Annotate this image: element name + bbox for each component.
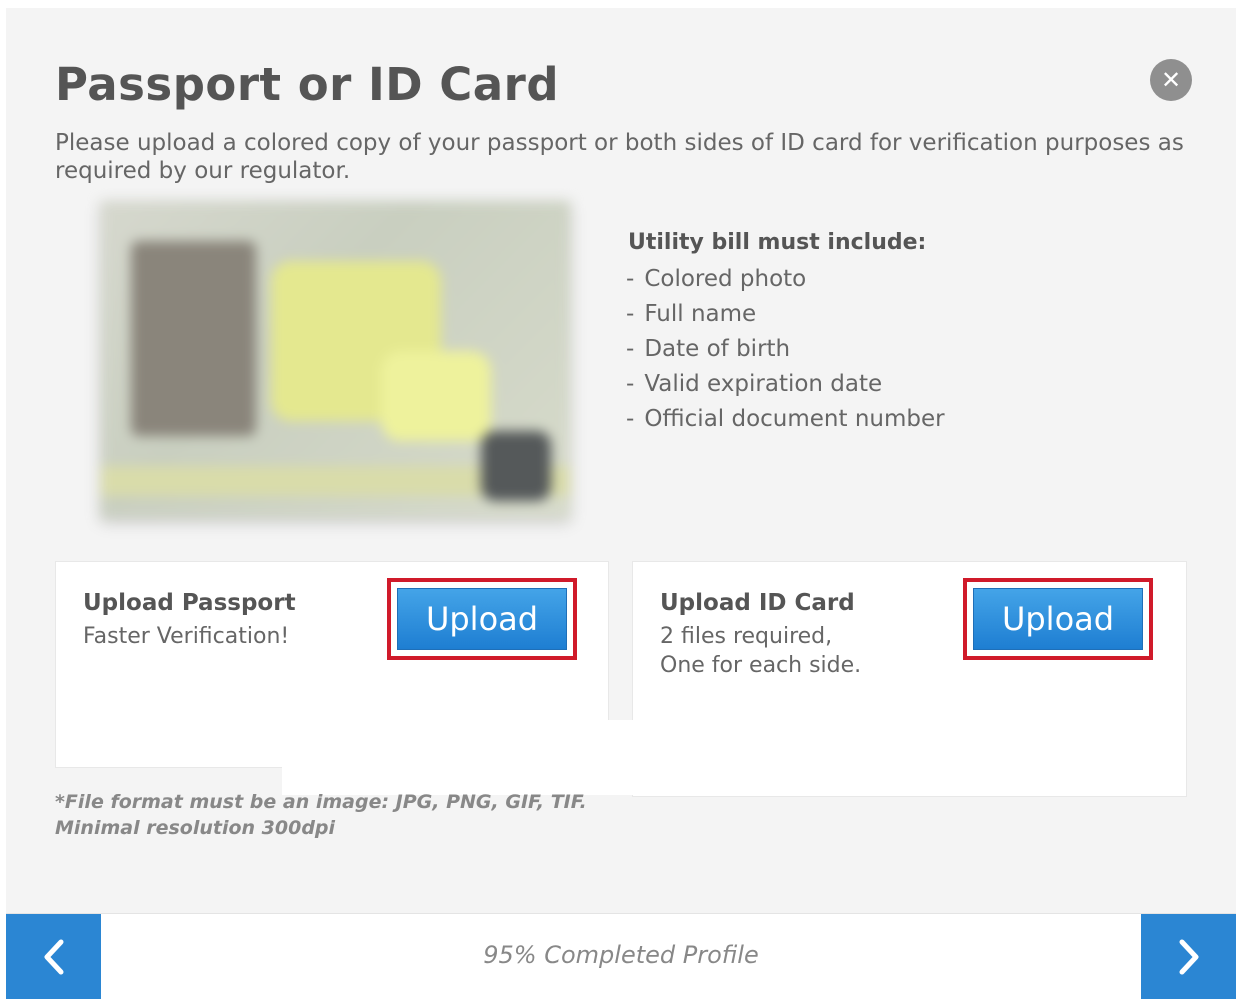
requirements-list: - Colored photo - Full name - Date of birth… bbox=[626, 262, 945, 437]
id-card-sample-image bbox=[101, 201, 570, 518]
sample-seal bbox=[481, 431, 551, 501]
requirement-item: - Colored photo bbox=[626, 266, 807, 292]
profile-progress: 95% Completed Profile bbox=[6, 941, 1236, 969]
upload-id-card-highlight: Upload bbox=[963, 578, 1153, 660]
upload-passport-title: Upload Passport bbox=[83, 590, 296, 616]
upload-passport-highlight: Upload bbox=[387, 578, 577, 660]
progress-label: Completed Profile bbox=[544, 941, 759, 969]
requirements-heading: Utility bill must include: bbox=[628, 230, 927, 255]
file-format-line: *File format must be an image: JPG, PNG,… bbox=[55, 791, 587, 813]
modal-description: Please upload a colored copy of your pas… bbox=[55, 130, 1184, 184]
requirement-item: - Full name bbox=[626, 301, 757, 327]
next-button[interactable] bbox=[1141, 914, 1236, 999]
upload-passport-button[interactable]: Upload bbox=[397, 588, 567, 650]
upload-modal: Passport or ID Card ✕ Please upload a co… bbox=[6, 8, 1236, 999]
requirement-item: - Valid expiration date bbox=[626, 371, 883, 397]
requirement-item: - Date of birth bbox=[626, 336, 791, 362]
footer-bar: 95% Completed Profile bbox=[6, 913, 1236, 999]
upload-id-card-button[interactable]: Upload bbox=[973, 588, 1143, 650]
close-button[interactable]: ✕ bbox=[1150, 59, 1192, 101]
close-icon: ✕ bbox=[1160, 66, 1182, 94]
upload-passport-subtitle: Faster Verification! bbox=[83, 624, 290, 649]
upload-id-card-title: Upload ID Card bbox=[660, 590, 855, 616]
chevron-right-icon bbox=[1179, 939, 1198, 974]
overlay-patch bbox=[282, 720, 1076, 795]
sample-portrait bbox=[131, 241, 256, 436]
requirement-item: - Official document number bbox=[626, 406, 945, 432]
progress-value: 95% bbox=[483, 941, 537, 969]
resolution-line: Minimal resolution 300dpi bbox=[55, 817, 336, 839]
modal-title: Passport or ID Card bbox=[55, 58, 560, 111]
sample-hologram-secondary bbox=[381, 351, 491, 441]
upload-id-card-line2: One for each side. bbox=[660, 653, 862, 678]
file-format-note: *File format must be an image: JPG, PNG,… bbox=[55, 789, 587, 841]
upload-id-card-line1: 2 files required, bbox=[660, 624, 833, 649]
